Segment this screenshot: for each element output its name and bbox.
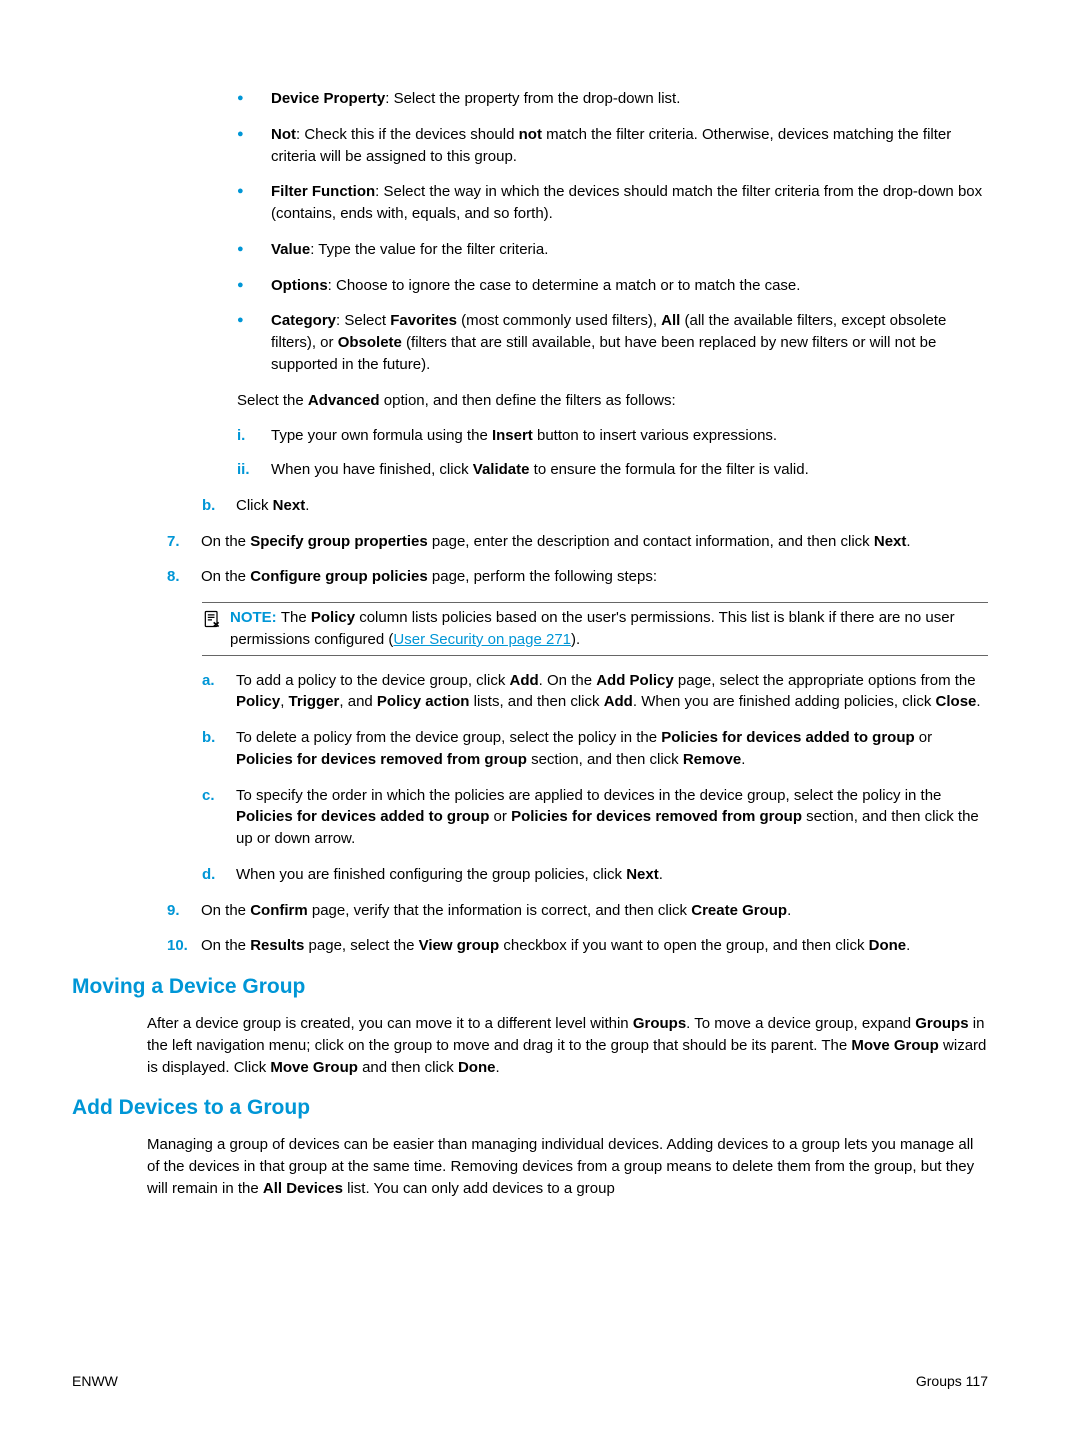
substep-b: b.To delete a policy from the device gro… <box>202 727 988 771</box>
note-text: NOTE: The Policy column lists policies b… <box>230 607 988 651</box>
list-item: Category: Select Favorites (most commonl… <box>237 310 988 375</box>
list-item: Not: Check this if the devices should no… <box>237 124 988 168</box>
heading-add-devices: Add Devices to a Group <box>72 1096 988 1120</box>
step-8: 8.On the Configure group policies page, … <box>167 566 988 588</box>
substep-a: a.To add a policy to the device group, c… <box>202 670 988 714</box>
main-steps-continued: 9.On the Confirm page, verify that the i… <box>167 900 988 958</box>
user-security-link[interactable]: User Security on page 271 <box>393 631 571 648</box>
note-block: NOTE: The Policy column lists policies b… <box>202 602 988 656</box>
substep-d: d.When you are finished configuring the … <box>202 864 988 886</box>
heading-moving-device-group: Moving a Device Group <box>72 975 988 999</box>
footer-right: Groups 117 <box>916 1373 988 1389</box>
step-b-next: b.Click Next. <box>202 495 988 517</box>
list-item: Device Property: Select the property fro… <box>237 88 988 110</box>
advanced-intro: Select the Advanced option, and then def… <box>237 390 988 412</box>
step-9: 9.On the Confirm page, verify that the i… <box>167 900 988 922</box>
moving-group-paragraph: After a device group is created, you can… <box>147 1013 988 1078</box>
footer-left: ENWW <box>72 1373 118 1389</box>
step-7: 7.On the Specify group properties page, … <box>167 531 988 553</box>
step-10: 10.On the Results page, select the View … <box>167 935 988 957</box>
list-item: ii.When you have finished, click Validat… <box>237 459 988 481</box>
substep-c: c.To specify the order in which the poli… <box>202 785 988 850</box>
page-footer: ENWW Groups 117 <box>72 1373 988 1389</box>
advanced-steps: i.Type your own formula using the Insert… <box>237 425 988 481</box>
main-steps: 7.On the Specify group properties page, … <box>167 531 988 589</box>
list-item: i.Type your own formula using the Insert… <box>237 425 988 447</box>
add-devices-paragraph: Managing a group of devices can be easie… <box>147 1134 988 1199</box>
filter-properties-list: Device Property: Select the property fro… <box>237 88 988 376</box>
list-item: Options: Choose to ignore the case to de… <box>237 275 988 297</box>
note-icon <box>202 609 226 634</box>
policy-substeps: a.To add a policy to the device group, c… <box>202 670 988 886</box>
list-item: Filter Function: Select the way in which… <box>237 181 988 225</box>
list-item: Value: Type the value for the filter cri… <box>237 239 988 261</box>
